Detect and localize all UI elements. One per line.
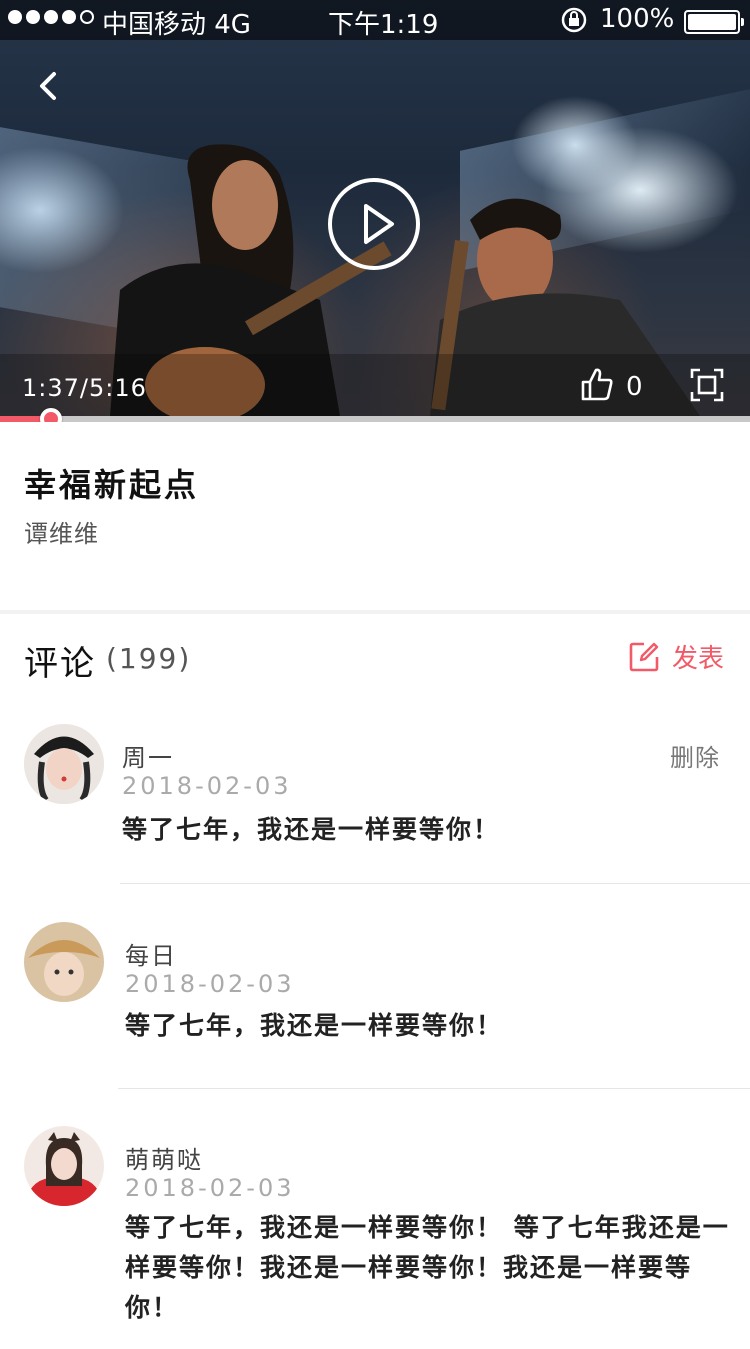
comment-date: 2018-02-03 [125,970,295,998]
comment-item: 每日 2018-02-03 等了七年，我还是一样要等你！ [0,918,750,1089]
comment-item: 萌萌哒 2018-02-03 等了七年，我还是一样要等你！ 等了七年我还是一样要… [0,1122,750,1349]
avatar[interactable] [24,724,104,804]
song-artist: 谭维维 [24,520,99,548]
comment-author: 萌萌哒 [125,1146,203,1174]
song-info: 幸福新起点 谭维维 [0,422,750,610]
comments-label: 评论 [24,644,96,684]
comment-text: 等了七年，我还是一样要等你！ 等了七年我还是一样要等你！我还是一样要等你！我还是… [125,1213,730,1322]
carrier-label: 中国移动 4G [102,10,251,40]
post-comment-label: 发表 [672,644,725,674]
song-title: 幸福新起点 [24,466,200,504]
comment-author: 周一 [122,744,174,772]
clock: 下午1:19 [328,10,439,40]
thumbs-up-icon[interactable] [580,366,614,402]
avatar-image [24,724,104,804]
comments-header: 评论 (199) 发表 [0,614,750,704]
play-icon [364,204,394,244]
avatar[interactable] [24,922,104,1002]
battery-percent: 100% [600,4,675,34]
video-player[interactable]: 中国移动 4G 下午1:19 100% 1:37/5:16 0 [0,0,750,416]
avatar-image [24,922,104,1002]
back-icon[interactable] [30,64,70,108]
fullscreen-icon[interactable] [690,368,724,402]
rotation-lock-icon [561,7,587,33]
avatar[interactable] [24,1126,104,1206]
comment-separator [118,1088,750,1089]
comment-separator [120,883,750,884]
delete-comment-button[interactable]: 删除 [670,738,720,773]
comments-count: (199) [106,642,192,675]
playback-time: 1:37/5:16 [22,374,147,402]
comment-author: 每日 [125,942,177,970]
comment-date: 2018-02-03 [125,1174,295,1202]
comment-item: 周一 删除 2018-02-03 等了七年，我还是一样要等你！ [0,720,750,885]
comment-text: 等了七年，我还是一样要等你！ [122,815,501,844]
play-button[interactable] [328,178,420,270]
like-count: 0 [626,372,643,402]
video-controls: 1:37/5:16 0 [0,354,750,416]
status-bar: 中国移动 4G 下午1:19 100% [0,0,750,40]
avatar-image [24,1126,104,1206]
post-comment-button[interactable]: 发表 [628,638,724,675]
comment-text: 等了七年，我还是一样要等你！ [125,1011,504,1040]
comment-date: 2018-02-03 [122,772,292,800]
battery-icon [684,10,744,34]
edit-icon [629,642,659,671]
signal-icon [8,10,94,24]
